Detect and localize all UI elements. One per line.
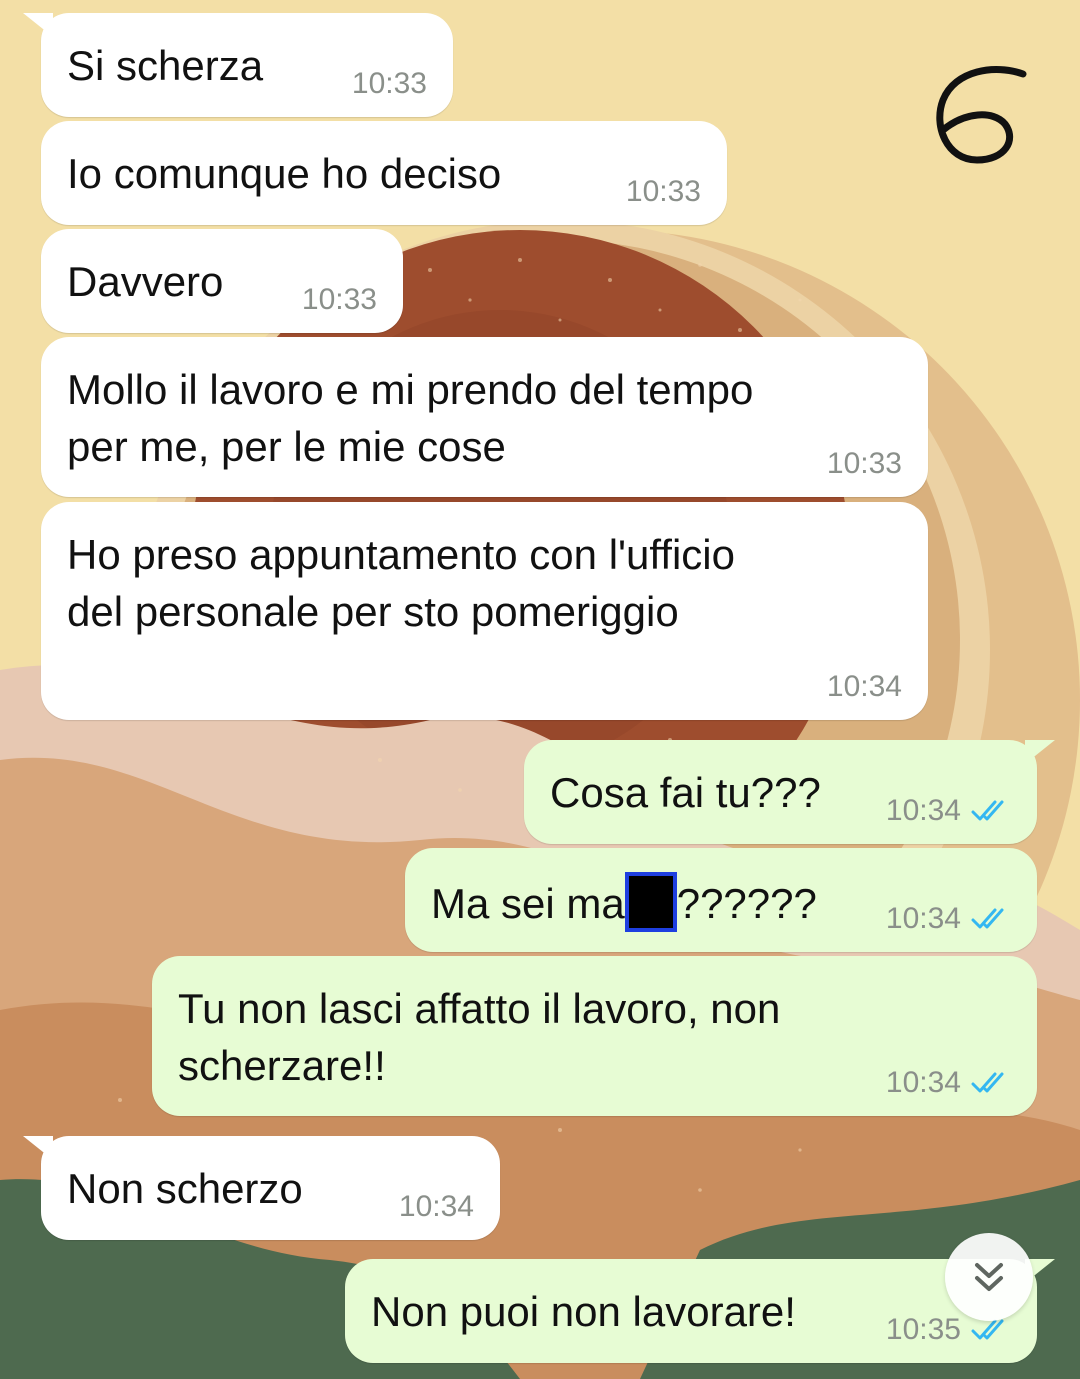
double-check-read-icon (971, 908, 1004, 929)
message-time: 10:33 (826, 447, 902, 480)
message-text: Io comunque ho deciso (67, 150, 502, 197)
incoming-message[interactable]: Ho preso appuntamento con l'ufficio del … (41, 502, 928, 720)
incoming-message[interactable]: Davvero 10:33 (41, 229, 403, 333)
outgoing-message[interactable]: Cosa fai tu??? 10:34 (524, 740, 1055, 844)
message-text-before: Ma sei ma (431, 880, 625, 927)
bubble-tail (23, 1136, 53, 1160)
handwritten-number-six (936, 66, 1027, 164)
double-chevron-down-icon (975, 1263, 1003, 1291)
double-check-read-icon (971, 1319, 1004, 1340)
message-time: 10:34 (885, 902, 961, 935)
incoming-message[interactable]: Io comunque ho deciso 10:33 (41, 121, 727, 225)
outgoing-message[interactable]: Non puoi non lavorare! 10:35 (345, 1259, 1055, 1363)
message-text: Ho preso appuntamento con l'ufficio del … (67, 531, 736, 635)
message-time: 10:35 (885, 1313, 961, 1346)
message-time: 10:33 (301, 283, 377, 316)
redaction-box (624, 872, 677, 932)
message-time: 10:33 (625, 175, 701, 208)
message-time: 10:34 (885, 794, 961, 827)
double-check-read-icon (971, 800, 1004, 821)
scroll-to-bottom-button[interactable] (945, 1233, 1033, 1321)
message-time: 10:33 (351, 67, 427, 100)
bubble-tail (23, 13, 53, 37)
message-time: 10:34 (826, 670, 902, 703)
message-text-after: ?????? (676, 880, 817, 927)
message-time: 10:34 (398, 1190, 474, 1223)
double-check-read-icon (971, 1072, 1004, 1093)
incoming-message[interactable]: Non scherzo 10:34 (23, 1136, 500, 1240)
incoming-message[interactable]: Si scherza 10:33 (23, 13, 453, 117)
incoming-message[interactable]: Mollo il lavoro e mi prendo del tempo pe… (41, 337, 928, 497)
outgoing-message[interactable]: Tu non lasci affatto il lavoro, non sche… (152, 956, 1037, 1116)
message-text: Mollo il lavoro e mi prendo del tempo pe… (67, 366, 754, 470)
message-time: 10:34 (885, 1066, 961, 1099)
outgoing-message[interactable]: Ma sei ma?????? 10:34 (405, 848, 1037, 952)
bubble-tail (1025, 740, 1055, 764)
